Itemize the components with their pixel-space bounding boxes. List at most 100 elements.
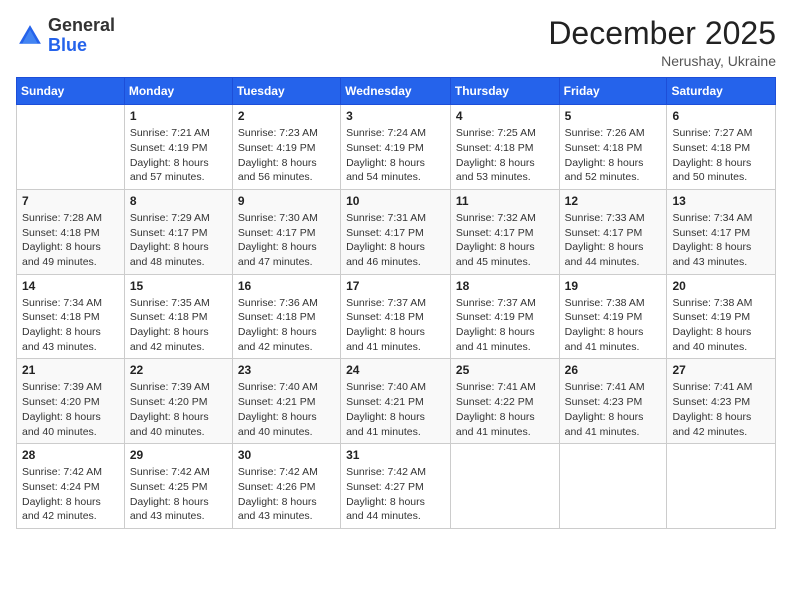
calendar-cell: 29Sunrise: 7:42 AMSunset: 4:25 PMDayligh… bbox=[124, 444, 232, 529]
daylight-text: Daylight: 8 hours and 45 minutes. bbox=[456, 240, 554, 269]
day-info: Sunrise: 7:28 AMSunset: 4:18 PMDaylight:… bbox=[22, 211, 119, 270]
day-number: 20 bbox=[672, 279, 770, 293]
day-info: Sunrise: 7:41 AMSunset: 4:23 PMDaylight:… bbox=[565, 380, 662, 439]
day-number: 29 bbox=[130, 448, 227, 462]
daylight-text: Daylight: 8 hours and 57 minutes. bbox=[130, 156, 227, 185]
day-info: Sunrise: 7:40 AMSunset: 4:21 PMDaylight:… bbox=[346, 380, 445, 439]
daylight-text: Daylight: 8 hours and 41 minutes. bbox=[346, 325, 445, 354]
sunset-text: Sunset: 4:19 PM bbox=[238, 141, 335, 156]
day-number: 3 bbox=[346, 109, 445, 123]
calendar-cell: 15 Sunrise: 7:35 AMSunset: 4:18 PMDayligh… bbox=[124, 274, 232, 359]
sunset-text: Sunset: 4:17 PM bbox=[456, 226, 554, 241]
day-info: Sunrise: 7:36 AMSunset: 4:18 PMDaylight:… bbox=[238, 296, 335, 355]
day-number: 12 bbox=[565, 194, 662, 208]
sunrise-text: Sunrise: 7:30 AM bbox=[238, 211, 335, 226]
day-number: 16 bbox=[238, 279, 335, 293]
sunrise-text: Sunrise: 7:33 AM bbox=[565, 211, 662, 226]
daylight-text: Daylight: 8 hours and 47 minutes. bbox=[238, 240, 335, 269]
day-number: 7 bbox=[22, 194, 119, 208]
day-number: 27 bbox=[672, 363, 770, 377]
calendar-cell: 19Sunrise: 7:38 AMSunset: 4:19 PMDayligh… bbox=[559, 274, 667, 359]
daylight-text: Daylight: 8 hours and 49 minutes. bbox=[22, 240, 119, 269]
sunrise-text: Sunrise: 7:42 AM bbox=[238, 465, 335, 480]
day-info: Sunrise: 7:34 AMSunset: 4:18 PMDaylight:… bbox=[22, 296, 119, 355]
day-number: 13 bbox=[672, 194, 770, 208]
sunset-text: Sunset: 4:26 PM bbox=[238, 480, 335, 495]
calendar-week-row: 14 Sunrise: 7:34 AMSunset: 4:18 PMDayligh… bbox=[17, 274, 776, 359]
daylight-text: Daylight: 8 hours and 50 minutes. bbox=[672, 156, 770, 185]
day-info: Sunrise: 7:34 AMSunset: 4:17 PMDaylight:… bbox=[672, 211, 770, 270]
daylight-text: Daylight: 8 hours and 41 minutes. bbox=[565, 325, 662, 354]
logo-text: General Blue bbox=[48, 16, 115, 56]
calendar-cell: 24Sunrise: 7:40 AMSunset: 4:21 PMDayligh… bbox=[341, 359, 451, 444]
day-info: Sunrise: 7:35 AMSunset: 4:18 PMDaylight:… bbox=[130, 296, 227, 355]
calendar-table: SundayMondayTuesdayWednesdayThursdayFrid… bbox=[16, 77, 776, 529]
sunrise-text: Sunrise: 7:41 AM bbox=[456, 380, 554, 395]
daylight-text: Daylight: 8 hours and 40 minutes. bbox=[238, 410, 335, 439]
calendar-cell: 30Sunrise: 7:42 AMSunset: 4:26 PMDayligh… bbox=[232, 444, 340, 529]
calendar-week-row: 1Sunrise: 7:21 AMSunset: 4:19 PMDaylight… bbox=[17, 105, 776, 190]
sunset-text: Sunset: 4:18 PM bbox=[130, 310, 227, 325]
sunrise-text: Sunrise: 7:31 AM bbox=[346, 211, 445, 226]
day-info: Sunrise: 7:37 AMSunset: 4:18 PMDaylight:… bbox=[346, 296, 445, 355]
calendar-cell: 20Sunrise: 7:38 AMSunset: 4:19 PMDayligh… bbox=[667, 274, 776, 359]
header-monday: Monday bbox=[124, 78, 232, 105]
sunset-text: Sunset: 4:17 PM bbox=[565, 226, 662, 241]
day-info: Sunrise: 7:42 AMSunset: 4:27 PMDaylight:… bbox=[346, 465, 445, 524]
calendar-cell: 23Sunrise: 7:40 AMSunset: 4:21 PMDayligh… bbox=[232, 359, 340, 444]
daylight-text: Daylight: 8 hours and 42 minutes. bbox=[130, 325, 227, 354]
sunrise-text: Sunrise: 7:24 AM bbox=[346, 126, 445, 141]
sunrise-text: Sunrise: 7:42 AM bbox=[130, 465, 227, 480]
calendar-cell: 14 Sunrise: 7:34 AMSunset: 4:18 PMDayligh… bbox=[17, 274, 125, 359]
sunrise-text: Sunrise: 7:28 AM bbox=[22, 211, 119, 226]
day-number: 28 bbox=[22, 448, 119, 462]
day-number: 4 bbox=[456, 109, 554, 123]
day-number: 11 bbox=[456, 194, 554, 208]
day-number: 15 bbox=[130, 279, 227, 293]
sunset-text: Sunset: 4:21 PM bbox=[346, 395, 445, 410]
day-number: 8 bbox=[130, 194, 227, 208]
day-number: 9 bbox=[238, 194, 335, 208]
sunset-text: Sunset: 4:20 PM bbox=[130, 395, 227, 410]
daylight-text: Daylight: 8 hours and 43 minutes. bbox=[672, 240, 770, 269]
sunrise-text: Sunrise: 7:39 AM bbox=[130, 380, 227, 395]
daylight-text: Daylight: 8 hours and 40 minutes. bbox=[130, 410, 227, 439]
sunrise-text: Sunrise: 7:37 AM bbox=[346, 296, 445, 311]
sunset-text: Sunset: 4:23 PM bbox=[672, 395, 770, 410]
title-block: December 2025 Nerushay, Ukraine bbox=[548, 16, 776, 69]
day-info: Sunrise: 7:41 AMSunset: 4:22 PMDaylight:… bbox=[456, 380, 554, 439]
day-number: 14 bbox=[22, 279, 119, 293]
day-info: Sunrise: 7:30 AMSunset: 4:17 PMDaylight:… bbox=[238, 211, 335, 270]
calendar-cell: 3Sunrise: 7:24 AMSunset: 4:19 PMDaylight… bbox=[341, 105, 451, 190]
calendar-cell: 11Sunrise: 7:32 AMSunset: 4:17 PMDayligh… bbox=[450, 189, 559, 274]
calendar-cell: 13 Sunrise: 7:34 AMSunset: 4:17 PMDayligh… bbox=[667, 189, 776, 274]
calendar-cell: 1Sunrise: 7:21 AMSunset: 4:19 PMDaylight… bbox=[124, 105, 232, 190]
calendar-cell: 17Sunrise: 7:37 AMSunset: 4:18 PMDayligh… bbox=[341, 274, 451, 359]
sunrise-text: Sunrise: 7:27 AM bbox=[672, 126, 770, 141]
day-info: Sunrise: 7:21 AMSunset: 4:19 PMDaylight:… bbox=[130, 126, 227, 185]
logo-icon bbox=[16, 22, 44, 50]
calendar-cell: 26Sunrise: 7:41 AMSunset: 4:23 PMDayligh… bbox=[559, 359, 667, 444]
logo-general: General bbox=[48, 15, 115, 35]
sunset-text: Sunset: 4:24 PM bbox=[22, 480, 119, 495]
calendar-cell: 22 Sunrise: 7:39 AMSunset: 4:20 PMDayligh… bbox=[124, 359, 232, 444]
daylight-text: Daylight: 8 hours and 44 minutes. bbox=[565, 240, 662, 269]
calendar-cell: 28Sunrise: 7:42 AMSunset: 4:24 PMDayligh… bbox=[17, 444, 125, 529]
calendar-cell: 18Sunrise: 7:37 AMSunset: 4:19 PMDayligh… bbox=[450, 274, 559, 359]
sunrise-text: Sunrise: 7:37 AM bbox=[456, 296, 554, 311]
header-tuesday: Tuesday bbox=[232, 78, 340, 105]
sunset-text: Sunset: 4:18 PM bbox=[238, 310, 335, 325]
day-number: 22 bbox=[130, 363, 227, 377]
sunset-text: Sunset: 4:18 PM bbox=[672, 141, 770, 156]
calendar-header-row: SundayMondayTuesdayWednesdayThursdayFrid… bbox=[17, 78, 776, 105]
sunset-text: Sunset: 4:18 PM bbox=[346, 310, 445, 325]
sunset-text: Sunset: 4:19 PM bbox=[672, 310, 770, 325]
day-info: Sunrise: 7:41 AMSunset: 4:23 PMDaylight:… bbox=[672, 380, 770, 439]
sunrise-text: Sunrise: 7:41 AM bbox=[672, 380, 770, 395]
day-number: 30 bbox=[238, 448, 335, 462]
daylight-text: Daylight: 8 hours and 54 minutes. bbox=[346, 156, 445, 185]
sunrise-text: Sunrise: 7:42 AM bbox=[346, 465, 445, 480]
calendar-cell: 21Sunrise: 7:39 AMSunset: 4:20 PMDayligh… bbox=[17, 359, 125, 444]
logo-blue: Blue bbox=[48, 35, 87, 55]
day-number: 2 bbox=[238, 109, 335, 123]
